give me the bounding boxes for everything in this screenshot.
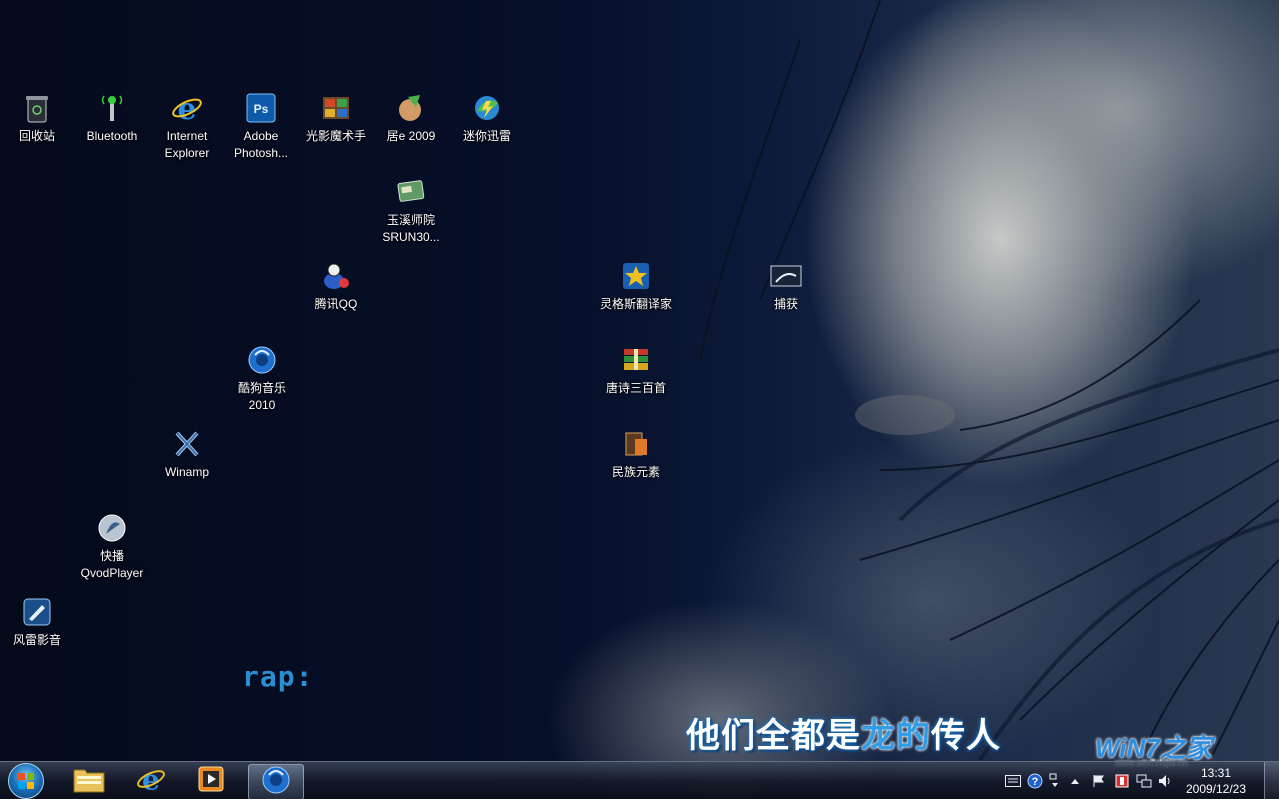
media-player-icon [197, 765, 225, 798]
capture-icon [770, 260, 802, 292]
desktop-icon-label: Winamp [164, 465, 209, 479]
svg-text:Ps: Ps [254, 102, 269, 116]
desktop-icon-label: Internet Explorer [164, 129, 210, 160]
desktop-icon-photo-tool[interactable]: 光影魔术手 [300, 92, 372, 145]
svg-text:?: ? [1032, 776, 1039, 788]
taskbar-media-player-button[interactable] [184, 764, 238, 798]
desktop-icon-winamp[interactable]: Winamp [151, 428, 223, 481]
jue-icon [395, 92, 427, 124]
show-hidden-icon[interactable] [1067, 773, 1083, 789]
desktop-icon-label: 腾讯QQ [314, 297, 358, 311]
lyric-highlight: 龙的 [861, 716, 931, 756]
kugou-icon [261, 765, 291, 799]
lyric-prefix: 他们全都是 [686, 716, 861, 756]
taskbar: e ? 13:31 2009/12/23 [0, 761, 1279, 799]
desktop-icon-label: 民族元素 [611, 465, 660, 479]
start-button[interactable] [6, 763, 46, 799]
photo-tool-icon [320, 92, 352, 124]
desktop-icon-label: Adobe Photosh... [233, 129, 289, 160]
taskbar-explorer-button[interactable] [62, 764, 116, 798]
help-icon[interactable]: ? [1027, 773, 1043, 789]
desktop-icon-ethnic-elements[interactable]: 民族元素 [600, 428, 672, 481]
internet-explorer-icon: e [171, 92, 203, 124]
fenglei-icon [21, 596, 53, 628]
bluetooth-icon [96, 92, 128, 124]
desktop-icon-label: 快播 QvodPlayer [80, 549, 144, 580]
desktop-icon-recycle-bin[interactable]: 回收站 [1, 92, 73, 145]
taskbar-kugou-button[interactable] [248, 764, 304, 799]
antivirus-icon[interactable] [1114, 773, 1130, 789]
svg-text:e: e [142, 764, 160, 794]
keyboard-icon[interactable] [1005, 773, 1021, 789]
desktop-icon-internet-explorer[interactable]: e Internet Explorer [151, 92, 223, 162]
explorer-folder-icon [73, 765, 105, 798]
volume-icon[interactable] [1158, 773, 1174, 789]
svg-text:e: e [177, 92, 196, 124]
desktop-icon-qvod[interactable]: 快播 QvodPlayer [76, 512, 148, 582]
books-icon [620, 344, 652, 376]
desktop-icon-kugou[interactable]: 酷狗音乐 2010 [226, 344, 298, 414]
windows-orb-icon [8, 763, 44, 799]
watermark-logo: WiN7之家www.win7zhijia.cn [1095, 728, 1212, 768]
desktop-icon-label: 玉溪师院 SRUN30... [382, 213, 440, 244]
recycle-bin-icon [21, 92, 53, 124]
photoshop-icon: Ps [245, 92, 277, 124]
qq-icon [320, 260, 352, 292]
desktop-icon-jue[interactable]: 居e 2009 [375, 92, 447, 145]
network-icon[interactable] [1136, 773, 1152, 789]
qvod-icon [96, 512, 128, 544]
lyric-suffix: 传人 [931, 716, 1001, 756]
desktop-icon-label: 居e 2009 [386, 129, 436, 143]
desktop-icon-fenglei[interactable]: 风雷影音 [1, 596, 73, 649]
desktop-icon-label: 灵格斯翻译家 [600, 297, 673, 311]
winamp-icon [171, 428, 203, 460]
desktop-icon-label: 唐诗三百首 [605, 381, 666, 395]
desktop-icon-label: 风雷影音 [12, 633, 61, 647]
desktop-icon-srun[interactable]: 玉溪师院 SRUN30... [375, 176, 447, 246]
desktop-icon-label: 迷你迅雷 [462, 129, 511, 143]
desktop-icon-label: 回收站 [18, 129, 55, 143]
desktop-icon-label: 光影魔术手 [305, 129, 366, 143]
desktop-icon-mini-thunder[interactable]: 迷你迅雷 [451, 92, 523, 145]
show-desktop-button[interactable] [1264, 762, 1279, 799]
desktop-icon-qq[interactable]: 腾讯QQ [300, 260, 372, 313]
action-center-flag-icon[interactable] [1091, 773, 1107, 789]
internet-explorer-icon: e [136, 763, 166, 799]
desktop-icon-label: 酷狗音乐 2010 [237, 381, 286, 412]
desktop-icon-lingoes[interactable]: 灵格斯翻译家 [600, 260, 672, 313]
lyric-subtitle: 他们全都是龙的传人 [686, 708, 1001, 757]
lyric-rap-label: rap: [242, 660, 314, 693]
desktop-icon-label: 捕获 [773, 297, 798, 311]
desktop-icon-bluetooth[interactable]: Bluetooth [76, 92, 148, 145]
desktop-icon-photoshop[interactable]: Ps Adobe Photosh... [225, 92, 297, 162]
kugou-icon [246, 344, 278, 376]
desktop-icon-label: Bluetooth [86, 129, 138, 143]
desktop[interactable]: 回收站 Bluetooth e Internet Explorer Ps Ado… [0, 0, 1279, 799]
taskbar-clock[interactable]: 13:31 2009/12/23 [1179, 765, 1253, 797]
language-icon[interactable] [1047, 773, 1063, 789]
desktop-icon-tang-poems[interactable]: 唐诗三百首 [600, 344, 672, 397]
mini-thunder-icon [471, 92, 503, 124]
desktop-icon-capture[interactable]: 捕获 [750, 260, 822, 313]
taskbar-ie-button[interactable]: e [124, 763, 178, 799]
clock-date: 2009/12/23 [1185, 782, 1247, 796]
system-tray: ? 13:31 2009/12/23 [999, 762, 1279, 799]
srun-icon [395, 176, 427, 208]
clock-time: 13:31 [1200, 766, 1232, 780]
ethnic-elements-icon [620, 428, 652, 460]
lingoes-icon [620, 260, 652, 292]
